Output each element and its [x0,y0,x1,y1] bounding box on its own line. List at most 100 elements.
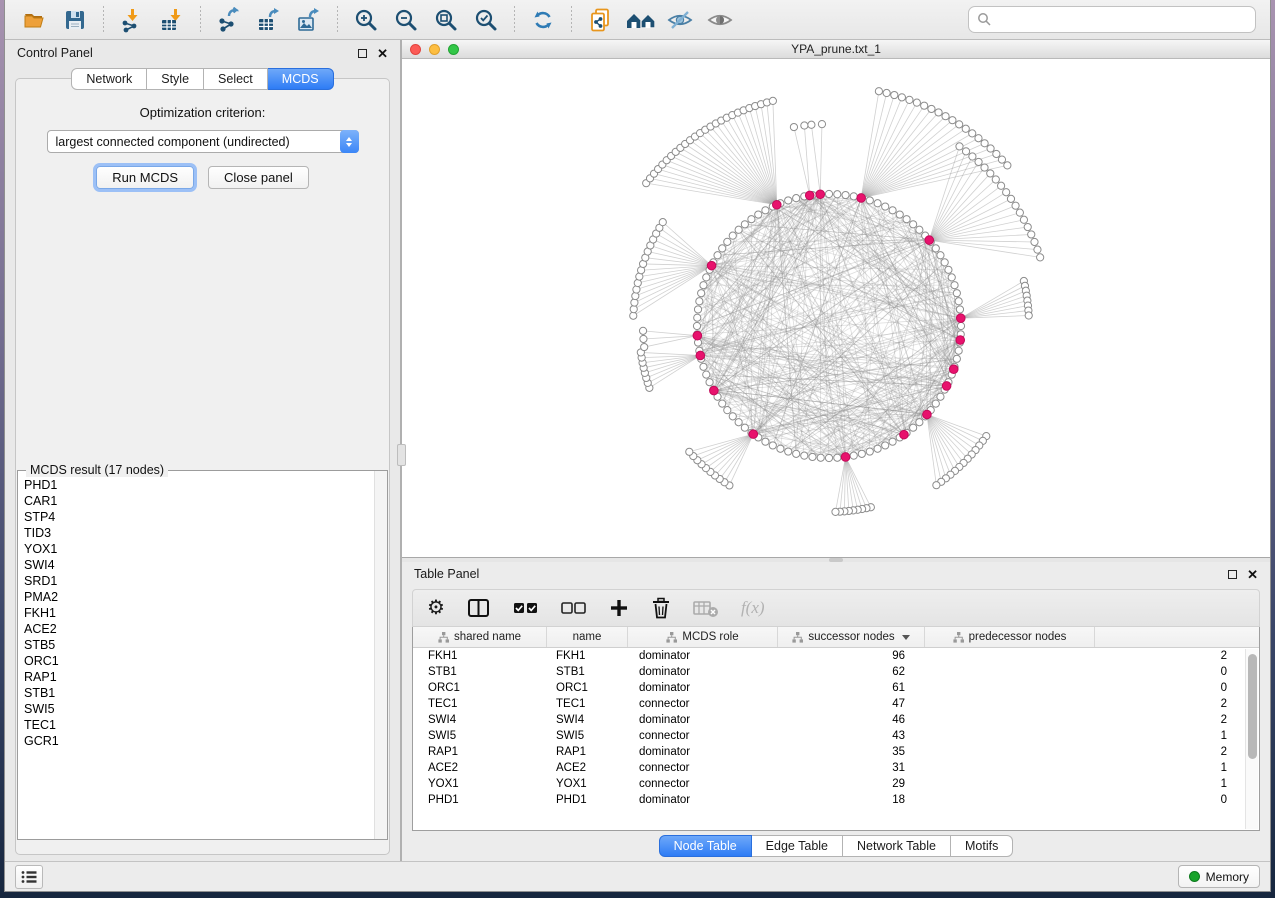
export-network-icon[interactable] [214,6,244,34]
refresh-layout-icon[interactable] [528,6,558,34]
function-builder-icon[interactable]: f(x) [741,595,765,621]
table-row[interactable]: ORC1ORC1dominator610 [413,680,1259,696]
mcds-result-item[interactable]: STP4 [24,509,374,525]
tab-network[interactable]: Network [71,68,147,90]
table-row[interactable]: FKH1FKH1dominator962 [413,648,1259,664]
first-neighbors-icon[interactable] [625,6,655,34]
mcds-list-scrollbar[interactable] [374,471,387,839]
close-panel-icon[interactable]: ✕ [377,47,388,60]
tab-motifs[interactable]: Motifs [951,835,1013,857]
import-table-icon[interactable] [157,6,187,34]
mcds-result-item[interactable]: TEC1 [24,717,374,733]
control-panel-title: Control Panel [17,46,93,60]
float-panel-icon[interactable] [358,49,367,58]
mcds-result-item[interactable]: PHD1 [24,477,374,493]
main-toolbar [5,0,1270,40]
task-history-button[interactable] [15,865,43,889]
mcds-result-item[interactable]: SRD1 [24,573,374,589]
mcds-result-item[interactable]: PMA2 [24,589,374,605]
zoom-selected-icon[interactable] [471,6,501,34]
tab-select[interactable]: Select [204,68,268,90]
export-image-icon[interactable] [294,6,324,34]
hide-selected-icon[interactable] [665,6,695,34]
column-header-name[interactable]: name [547,627,628,647]
memory-button[interactable]: Memory [1178,865,1260,888]
close-panel-button[interactable]: Close panel [208,166,309,189]
cell-shared-name: RAP1 [413,746,547,758]
tab-network-table[interactable]: Network Table [843,835,951,857]
close-window-icon[interactable] [410,44,421,55]
tab-style[interactable]: Style [147,68,204,90]
mcds-result-item[interactable]: STB1 [24,685,374,701]
mcds-result-list[interactable]: PHD1CAR1STP4TID3YOX1SWI4SRD1PMA2FKH1ACE2… [18,471,374,839]
cell-predecessor-nodes: 0 [925,666,1259,678]
select-all-icon[interactable] [513,595,539,621]
zoom-out-icon[interactable] [391,6,421,34]
delete-table-icon[interactable] [693,595,719,621]
column-label: shared name [454,631,521,643]
cell-mcds-role: dominator [628,794,778,806]
mcds-result-item[interactable]: CAR1 [24,493,374,509]
cell-name: ORC1 [547,682,628,694]
optimization-criterion-select[interactable]: largest connected component (undirected) [47,130,359,153]
table-row[interactable]: SWI4SWI4dominator462 [413,712,1259,728]
table-row[interactable]: SWI5SWI5connector431 [413,728,1259,744]
table-row[interactable]: STB1STB1dominator620 [413,664,1259,680]
table-row[interactable]: RAP1RAP1dominator352 [413,744,1259,760]
cell-shared-name: STB1 [413,666,547,678]
cell-shared-name: PHD1 [413,794,547,806]
tab-node-table[interactable]: Node Table [659,835,752,857]
mcds-result-item[interactable]: SWI5 [24,701,374,717]
cell-mcds-role: connector [628,730,778,742]
close-table-panel-icon[interactable]: ✕ [1247,568,1258,581]
mcds-result-item[interactable]: STB5 [24,637,374,653]
mcds-result-item[interactable]: FKH1 [24,605,374,621]
network-canvas[interactable] [402,59,1270,557]
search-input[interactable] [992,13,1247,27]
table-scrollbar[interactable] [1245,649,1258,829]
clone-network-icon[interactable] [585,6,615,34]
table-row[interactable]: YOX1YOX1connector291 [413,776,1259,792]
delete-column-icon[interactable] [651,595,671,621]
open-icon[interactable] [20,6,50,34]
show-all-icon[interactable] [705,6,735,34]
scrollbar-thumb[interactable] [1248,654,1257,759]
column-layout-icon[interactable] [467,595,491,621]
mcds-result-item[interactable]: GCR1 [24,733,374,749]
panel-splitter-grip[interactable] [397,444,406,466]
cell-name: FKH1 [547,650,628,662]
cell-successor-nodes: 96 [778,650,925,662]
column-header-predecessor-nodes[interactable]: predecessor nodes [925,627,1095,647]
mcds-result-item[interactable]: ACE2 [24,621,374,637]
table-row[interactable]: TEC1TEC1connector472 [413,696,1259,712]
add-column-icon[interactable] [609,595,629,621]
settings-gear-icon[interactable]: ⚙ [427,595,445,621]
deselect-all-icon[interactable] [561,595,587,621]
table-row[interactable]: ACE2ACE2connector311 [413,760,1259,776]
control-panel: Control Panel ✕ NetworkStyleSelectMCDS O… [5,40,402,861]
cell-mcds-role: dominator [628,746,778,758]
mcds-result-item[interactable]: SWI4 [24,557,374,573]
run-mcds-button[interactable]: Run MCDS [96,166,194,189]
column-header-shared-name[interactable]: shared name [413,627,547,647]
mcds-result-item[interactable]: ORC1 [24,653,374,669]
mcds-result-item[interactable]: TID3 [24,525,374,541]
column-header-successor-nodes[interactable]: successor nodes [778,627,925,647]
table-row[interactable]: PHD1PHD1dominator180 [413,792,1259,808]
zoom-fit-icon[interactable] [431,6,461,34]
mcds-result-item[interactable]: YOX1 [24,541,374,557]
column-header-MCDS-role[interactable]: MCDS role [628,627,778,647]
cell-mcds-role: dominator [628,714,778,726]
float-table-panel-icon[interactable] [1228,570,1237,579]
minimize-window-icon[interactable] [429,44,440,55]
save-icon[interactable] [60,6,90,34]
maximize-window-icon[interactable] [448,44,459,55]
tab-mcds[interactable]: MCDS [268,68,334,90]
network-graph[interactable] [402,59,1270,557]
tab-edge-table[interactable]: Edge Table [752,835,843,857]
mcds-result-item[interactable]: RAP1 [24,669,374,685]
import-network-icon[interactable] [117,6,147,34]
search-box[interactable] [968,6,1256,33]
zoom-in-icon[interactable] [351,6,381,34]
export-table-icon[interactable] [254,6,284,34]
